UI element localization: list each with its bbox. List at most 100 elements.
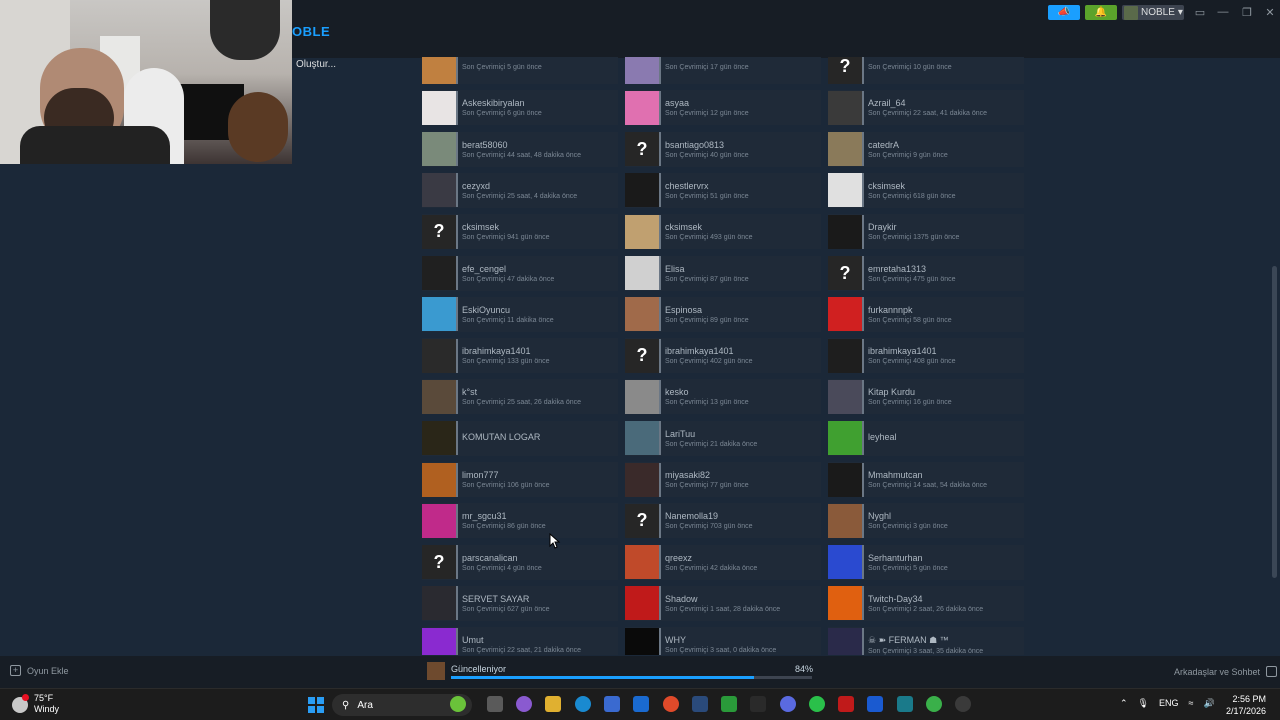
- avatar[interactable]: [422, 421, 456, 456]
- avatar[interactable]: [422, 256, 456, 290]
- friend-name[interactable]: asyaa: [665, 98, 749, 108]
- friend-tile[interactable]: Mmahmutcan Son Çevrimiçi 14 saat, 54 daki…: [828, 462, 1024, 497]
- download-progress-bar[interactable]: [451, 676, 812, 679]
- avatar[interactable]: [828, 90, 862, 125]
- avatar[interactable]: [625, 90, 659, 125]
- avatar[interactable]: [828, 214, 862, 249]
- discord-icon[interactable]: [780, 696, 796, 712]
- scrollbar[interactable]: [1272, 60, 1278, 656]
- question-mark-icon[interactable]: ?: [625, 503, 659, 538]
- widget-icon[interactable]: [450, 696, 466, 712]
- friend-tile[interactable]: k°st Son Çevrimiçi 25 saat, 26 dakika önc…: [422, 379, 618, 415]
- avatar[interactable]: [625, 545, 659, 580]
- avatar[interactable]: [422, 379, 456, 414]
- friend-name[interactable]: miyasaki82: [665, 470, 749, 480]
- avatar[interactable]: [422, 90, 456, 125]
- avatar[interactable]: [625, 421, 659, 456]
- question-mark-icon[interactable]: ?: [625, 132, 659, 167]
- scroll-thumb[interactable]: [1272, 266, 1277, 578]
- friend-tile[interactable]: limon777 Son Çevrimiçi 106 gün önce: [422, 462, 618, 497]
- friend-name[interactable]: cezyxd: [462, 181, 577, 191]
- friend-name[interactable]: chestlervrx: [665, 181, 749, 191]
- xbox-icon[interactable]: [721, 696, 737, 712]
- friend-name[interactable]: cksimsek: [868, 181, 956, 191]
- friend-tile[interactable]: LariTuu Son Çevrimiçi 21 dakika önce: [625, 420, 821, 456]
- friend-tile[interactable]: qreexz Son Çevrimiçi 42 dakika önce: [625, 544, 821, 580]
- avatar[interactable]: [422, 132, 456, 167]
- microphone-icon[interactable]: 🎙: [1138, 698, 1149, 709]
- avatar[interactable]: [828, 421, 862, 456]
- weather-widget[interactable]: 75°F Windy: [12, 693, 59, 715]
- friend-tile[interactable]: chestlervrx Son Çevrimiçi 51 gün önce: [625, 172, 821, 208]
- create-link[interactable]: Oluştur...: [296, 59, 336, 70]
- friend-name[interactable]: Kitap Kurdu: [868, 387, 952, 397]
- friend-tile[interactable]: Draykir Son Çevrimiçi 1375 gün önce: [828, 214, 1024, 250]
- store-icon[interactable]: [604, 696, 620, 712]
- friend-tile[interactable]: ? cksimsek Son Çevrimiçi 941 gün önce: [422, 214, 618, 250]
- friend-name[interactable]: Askeskibiryalan: [462, 98, 542, 108]
- friend-tile[interactable]: Umut Son Çevrimiçi 22 saat, 21 dakika önc…: [422, 627, 618, 655]
- friend-name[interactable]: Umut: [462, 635, 581, 645]
- app-icon[interactable]: [838, 696, 854, 712]
- friend-tile[interactable]: ibrahimkaya1401 Son Çevrimiçi 408 gün önc…: [828, 338, 1024, 374]
- avatar[interactable]: [625, 256, 659, 290]
- add-game-button[interactable]: + Oyun Ekle: [10, 665, 69, 676]
- avatar[interactable]: [828, 545, 862, 580]
- friend-name[interactable]: ☠ ➽ FERMAN ☗ ™: [868, 635, 983, 646]
- avatar[interactable]: [625, 462, 659, 497]
- update-status[interactable]: Güncelleniyor: [451, 664, 506, 674]
- announcements-button[interactable]: 📣: [1048, 5, 1080, 20]
- task-view-icon[interactable]: [487, 696, 503, 712]
- minimize-icon[interactable]: —: [1213, 4, 1233, 20]
- friend-tile[interactable]: Espinosa Son Çevrimiçi 89 gün önce: [625, 296, 821, 332]
- friend-name[interactable]: Twitch-Day34: [868, 594, 983, 604]
- friend-tile[interactable]: ibrahimkaya1401 Son Çevrimiçi 133 gün önc…: [422, 338, 618, 374]
- question-mark-icon[interactable]: ?: [422, 214, 456, 249]
- avatar[interactable]: [828, 462, 862, 497]
- volume-icon[interactable]: 🔊: [1203, 698, 1214, 709]
- friend-name[interactable]: leyheal: [868, 432, 897, 442]
- friend-name[interactable]: parscanalican: [462, 553, 542, 563]
- avatar[interactable]: [828, 297, 862, 332]
- avatar[interactable]: [625, 627, 659, 655]
- friends-chat-button[interactable]: Arkadaşlar ve Sohbet: [1174, 666, 1278, 677]
- chrome-icon[interactable]: [663, 696, 679, 712]
- avatar[interactable]: [422, 503, 456, 538]
- edge-icon[interactable]: [575, 696, 591, 712]
- avatar[interactable]: [422, 57, 456, 84]
- friend-name[interactable]: kesko: [665, 387, 749, 397]
- app-icon[interactable]: [867, 696, 883, 712]
- friend-name[interactable]: SERVET SAYAR: [462, 594, 550, 604]
- friend-name[interactable]: Nyghl: [868, 511, 948, 521]
- friend-name[interactable]: Draykir: [868, 222, 959, 232]
- friend-name[interactable]: cksimsek: [665, 222, 753, 232]
- friend-tile[interactable]: Elisa Son Çevrimiçi 87 gün önce: [625, 255, 821, 291]
- file-explorer-icon[interactable]: [545, 696, 561, 712]
- notifications-button[interactable]: 🔔: [1085, 5, 1117, 20]
- friend-tile[interactable]: Askeskibiryalan Son Çevrimiçi 6 gün önce: [422, 90, 618, 126]
- avatar[interactable]: [828, 379, 862, 414]
- chrome-icon[interactable]: [926, 696, 942, 712]
- avatar[interactable]: [828, 173, 862, 208]
- avatar[interactable]: [828, 503, 862, 538]
- friend-name[interactable]: LariTuu: [665, 429, 757, 439]
- outlook-icon[interactable]: [633, 696, 649, 712]
- friend-tile[interactable]: ? Son Çevrimiçi 10 gün önce: [828, 57, 1024, 84]
- friend-tile[interactable]: mr_sgcu31 Son Çevrimiçi 86 gün önce: [422, 503, 618, 539]
- friend-name[interactable]: efe_cengel: [462, 264, 554, 274]
- friend-tile[interactable]: SERVET SAYAR Son Çevrimiçi 627 gün önce: [422, 585, 618, 621]
- question-mark-icon[interactable]: ?: [422, 545, 456, 580]
- avatar[interactable]: [422, 462, 456, 497]
- question-mark-icon[interactable]: ?: [625, 338, 659, 373]
- profile-name-link[interactable]: OBLE: [292, 24, 330, 39]
- avatar[interactable]: [625, 297, 659, 332]
- friend-tile[interactable]: ? ibrahimkaya1401 Son Çevrimiçi 402 gün ön…: [625, 338, 821, 374]
- avatar[interactable]: [828, 132, 862, 167]
- friend-tile[interactable]: catedrA Son Çevrimiçi 9 gün önce: [828, 131, 1024, 167]
- friend-tile[interactable]: Nyghl Son Çevrimiçi 3 gün önce: [828, 503, 1024, 539]
- steam-icon[interactable]: [692, 696, 708, 712]
- friend-name[interactable]: ibrahimkaya1401: [868, 346, 956, 356]
- friend-tile[interactable]: Shadow Son Çevrimiçi 1 saat, 28 dakika ön…: [625, 585, 821, 621]
- friend-tile[interactable]: miyasaki82 Son Çevrimiçi 77 gün önce: [625, 462, 821, 497]
- friend-tile[interactable]: cezyxd Son Çevrimiçi 25 saat, 4 dakika ön…: [422, 172, 618, 208]
